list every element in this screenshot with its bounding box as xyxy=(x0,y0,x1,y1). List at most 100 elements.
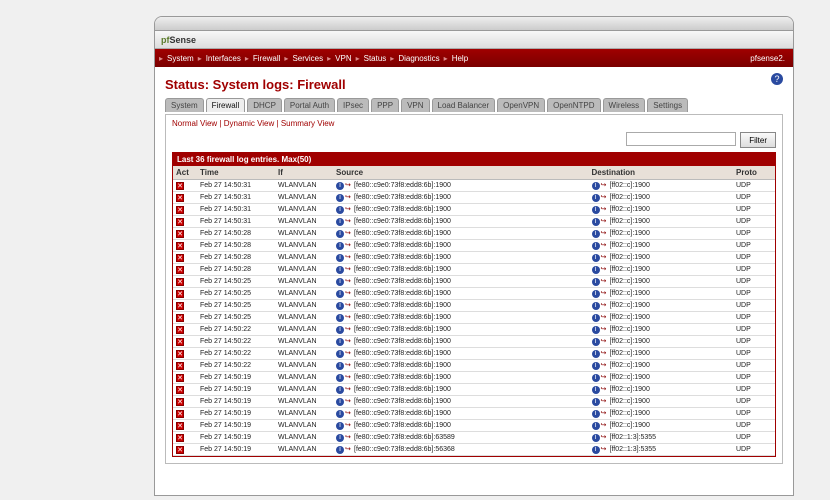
info-icon[interactable]: i xyxy=(336,194,344,202)
info-icon[interactable]: i xyxy=(336,278,344,286)
view-link-summary-view[interactable]: Summary View xyxy=(281,119,335,128)
info-icon[interactable]: i xyxy=(592,266,600,274)
info-icon[interactable]: i xyxy=(592,338,600,346)
info-icon[interactable]: i xyxy=(592,362,600,370)
nav-firewall[interactable]: Firewall xyxy=(249,54,285,63)
info-icon[interactable]: i xyxy=(336,338,344,346)
info-icon[interactable]: i xyxy=(592,374,600,382)
nav-vpn[interactable]: VPN xyxy=(331,54,355,63)
tab-dhcp[interactable]: DHCP xyxy=(247,98,282,112)
info-icon[interactable]: i xyxy=(336,302,344,310)
info-icon[interactable]: i xyxy=(592,194,600,202)
info-icon[interactable]: i xyxy=(336,326,344,334)
block-icon[interactable]: ✕ xyxy=(176,218,184,226)
tab-portal-auth[interactable]: Portal Auth xyxy=(284,98,335,112)
block-icon[interactable]: ✕ xyxy=(176,446,184,454)
info-icon[interactable]: i xyxy=(336,254,344,262)
arrow-icon: ↪ xyxy=(601,217,609,225)
tab-vpn[interactable]: VPN xyxy=(401,98,429,112)
info-icon[interactable]: i xyxy=(592,290,600,298)
block-icon[interactable]: ✕ xyxy=(176,422,184,430)
tab-ppp[interactable]: PPP xyxy=(371,98,399,112)
block-icon[interactable]: ✕ xyxy=(176,326,184,334)
info-icon[interactable]: i xyxy=(592,302,600,310)
nav-help[interactable]: Help xyxy=(448,54,472,63)
block-icon[interactable]: ✕ xyxy=(176,398,184,406)
block-icon[interactable]: ✕ xyxy=(176,374,184,382)
filter-input[interactable] xyxy=(626,132,736,146)
info-icon[interactable]: i xyxy=(336,398,344,406)
block-icon[interactable]: ✕ xyxy=(176,314,184,322)
info-icon[interactable]: i xyxy=(336,386,344,394)
info-icon[interactable]: i xyxy=(592,446,600,454)
nav-system[interactable]: System xyxy=(163,54,198,63)
help-icon[interactable]: ? xyxy=(771,73,783,85)
info-icon[interactable]: i xyxy=(336,422,344,430)
info-icon[interactable]: i xyxy=(592,254,600,262)
block-icon[interactable]: ✕ xyxy=(176,302,184,310)
block-icon[interactable]: ✕ xyxy=(176,290,184,298)
tab-system[interactable]: System xyxy=(165,98,204,112)
view-links: Normal View | Dynamic View | Summary Vie… xyxy=(172,119,776,128)
block-icon[interactable]: ✕ xyxy=(176,278,184,286)
info-icon[interactable]: i xyxy=(336,206,344,214)
tab-firewall[interactable]: Firewall xyxy=(206,98,246,112)
info-icon[interactable]: i xyxy=(592,434,600,442)
block-icon[interactable]: ✕ xyxy=(176,386,184,394)
info-icon[interactable]: i xyxy=(592,314,600,322)
block-icon[interactable]: ✕ xyxy=(176,338,184,346)
info-icon[interactable]: i xyxy=(336,446,344,454)
arrow-icon: ↪ xyxy=(345,361,353,369)
arrow-icon: ↪ xyxy=(345,241,353,249)
info-icon[interactable]: i xyxy=(592,206,600,214)
block-icon[interactable]: ✕ xyxy=(176,362,184,370)
info-icon[interactable]: i xyxy=(592,278,600,286)
info-icon[interactable]: i xyxy=(336,266,344,274)
block-icon[interactable]: ✕ xyxy=(176,350,184,358)
info-icon[interactable]: i xyxy=(592,422,600,430)
info-icon[interactable]: i xyxy=(336,374,344,382)
info-icon[interactable]: i xyxy=(336,350,344,358)
block-icon[interactable]: ✕ xyxy=(176,194,184,202)
info-icon[interactable]: i xyxy=(592,386,600,394)
view-link-normal-view[interactable]: Normal View xyxy=(172,119,217,128)
info-icon[interactable]: i xyxy=(336,314,344,322)
info-icon[interactable]: i xyxy=(336,218,344,226)
info-icon[interactable]: i xyxy=(592,326,600,334)
tab-load-balancer[interactable]: Load Balancer xyxy=(432,98,496,112)
tab-settings[interactable]: Settings xyxy=(647,98,688,112)
tab-wireless[interactable]: Wireless xyxy=(603,98,646,112)
view-link-dynamic-view[interactable]: Dynamic View xyxy=(224,119,275,128)
filter-button[interactable]: Filter xyxy=(740,132,776,148)
block-icon[interactable]: ✕ xyxy=(176,254,184,262)
info-icon[interactable]: i xyxy=(336,362,344,370)
block-icon[interactable]: ✕ xyxy=(176,242,184,250)
block-icon[interactable]: ✕ xyxy=(176,410,184,418)
cell-time: Feb 27 14:50:28 xyxy=(197,252,275,264)
info-icon[interactable]: i xyxy=(336,230,344,238)
block-icon[interactable]: ✕ xyxy=(176,434,184,442)
info-icon[interactable]: i xyxy=(336,410,344,418)
info-icon[interactable]: i xyxy=(592,350,600,358)
info-icon[interactable]: i xyxy=(592,230,600,238)
tab-ipsec[interactable]: IPsec xyxy=(337,98,369,112)
tab-openntpd[interactable]: OpenNTPD xyxy=(547,98,600,112)
tab-openvpn[interactable]: OpenVPN xyxy=(497,98,545,112)
info-icon[interactable]: i xyxy=(592,218,600,226)
info-icon[interactable]: i xyxy=(336,434,344,442)
info-icon[interactable]: i xyxy=(592,242,600,250)
block-icon[interactable]: ✕ xyxy=(176,266,184,274)
block-icon[interactable]: ✕ xyxy=(176,230,184,238)
block-icon[interactable]: ✕ xyxy=(176,182,184,190)
info-icon[interactable]: i xyxy=(336,242,344,250)
nav-diagnostics[interactable]: Diagnostics xyxy=(394,54,443,63)
block-icon[interactable]: ✕ xyxy=(176,206,184,214)
nav-services[interactable]: Services xyxy=(288,54,327,63)
info-icon[interactable]: i xyxy=(592,398,600,406)
nav-interfaces[interactable]: Interfaces xyxy=(202,54,245,63)
info-icon[interactable]: i xyxy=(592,182,600,190)
info-icon[interactable]: i xyxy=(592,410,600,418)
info-icon[interactable]: i xyxy=(336,182,344,190)
nav-status[interactable]: Status xyxy=(360,54,391,63)
info-icon[interactable]: i xyxy=(336,290,344,298)
